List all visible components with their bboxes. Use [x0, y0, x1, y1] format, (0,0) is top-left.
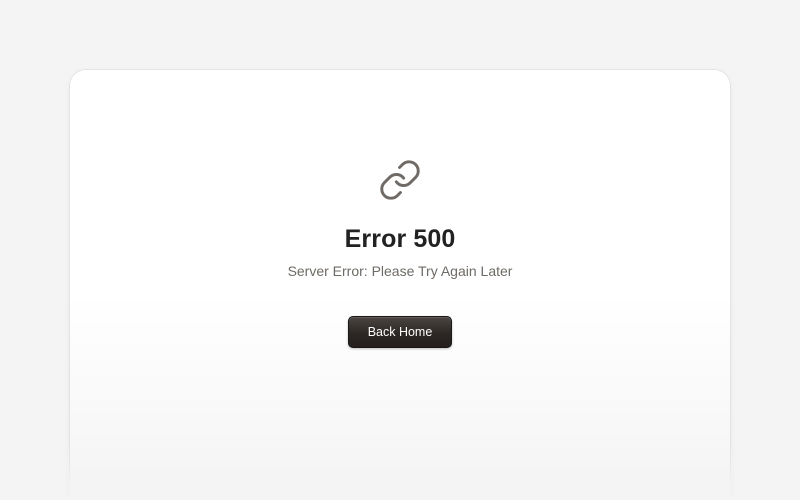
- page-background: Error 500 Server Error: Please Try Again…: [0, 0, 800, 500]
- error-title: Error 500: [344, 225, 456, 253]
- link-icon: [378, 158, 422, 202]
- error-message: Server Error: Please Try Again Later: [287, 263, 513, 279]
- error-card: Error 500 Server Error: Please Try Again…: [68, 70, 732, 500]
- back-home-button[interactable]: Back Home: [348, 316, 452, 348]
